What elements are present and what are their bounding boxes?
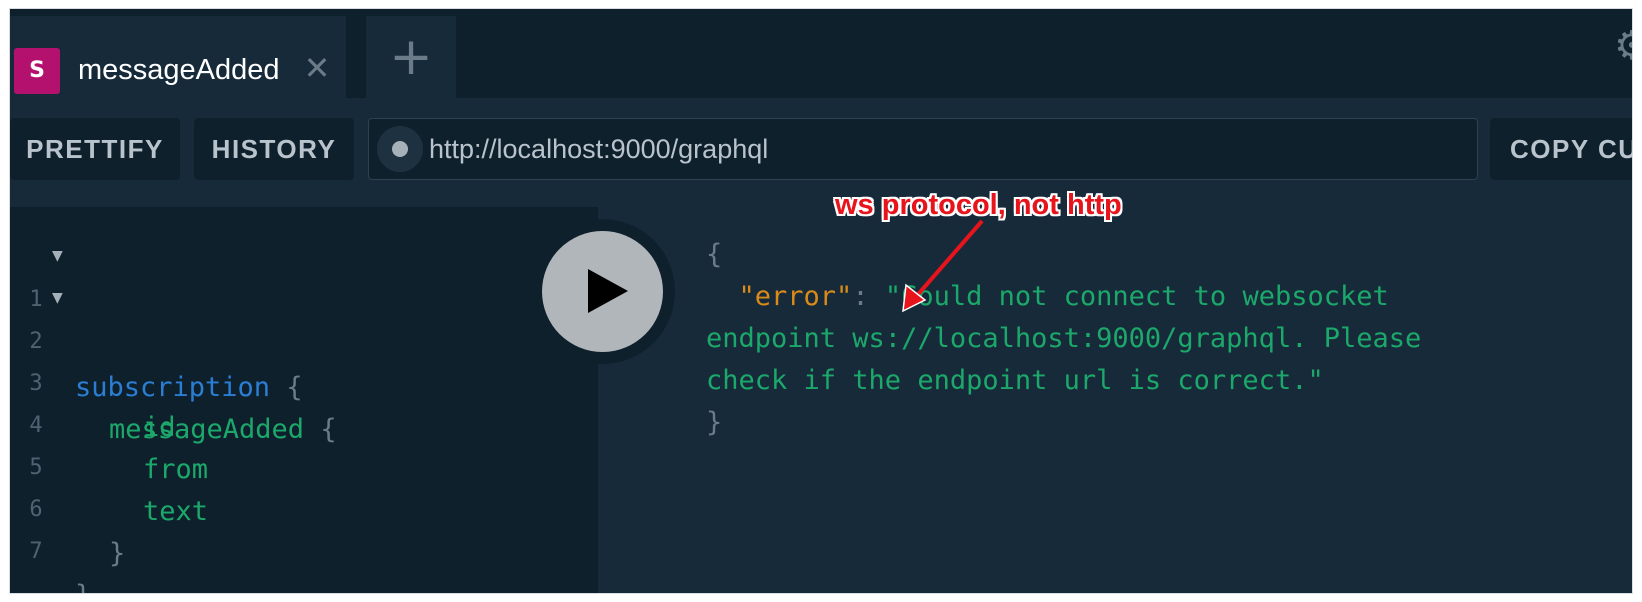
annotation-label: ws protocol, not http — [835, 189, 1122, 221]
graphql-playground-window: S messageAdded ✕ + ⚙ PRETTIFY HISTORY ht… — [10, 9, 1632, 593]
annotation-arrow — [902, 219, 984, 313]
